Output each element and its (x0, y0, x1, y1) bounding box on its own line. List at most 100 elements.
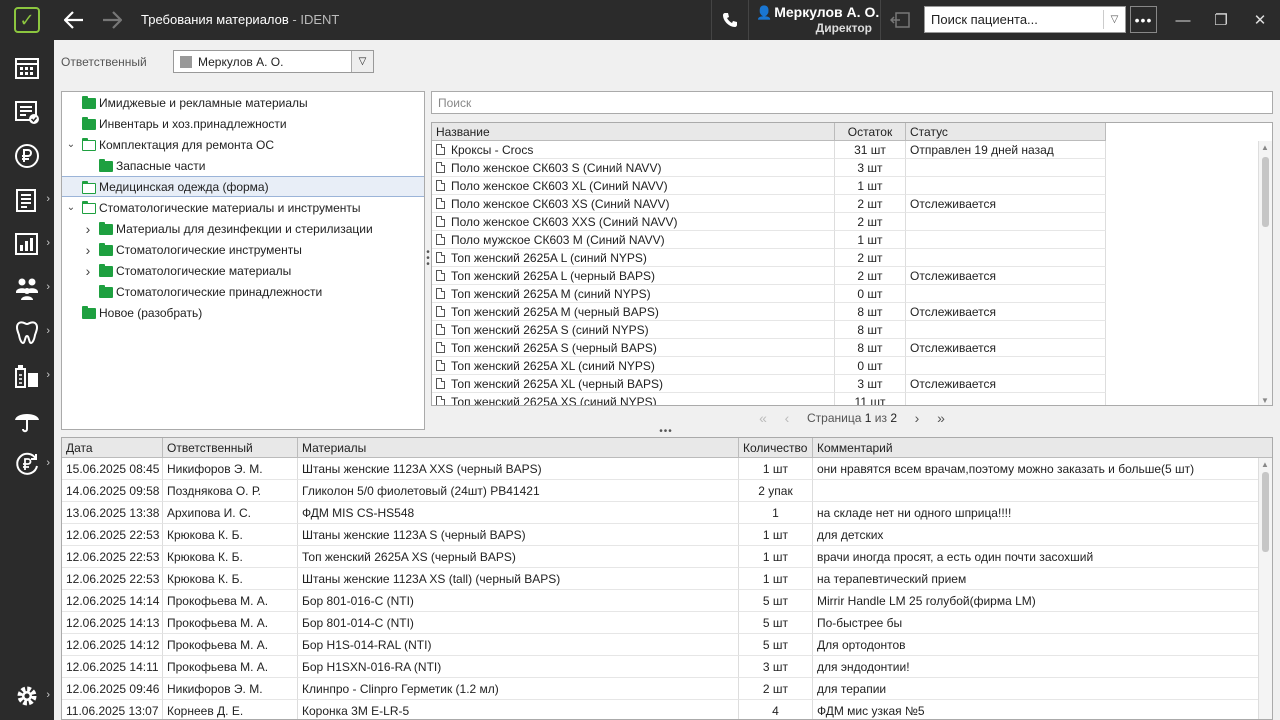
column-name[interactable]: Название (432, 123, 835, 141)
sidebar-item-documents[interactable]: › (0, 180, 54, 220)
scroll-thumb[interactable] (1262, 157, 1269, 227)
sidebar-item-materials[interactable]: › (0, 356, 54, 396)
requests-scrollbar[interactable]: ▲ (1258, 458, 1272, 719)
user-name[interactable]: 👤 Меркулов А. О. (756, 4, 879, 21)
tree-node[interactable]: Инвентарь и хоз.принадлежности (62, 113, 424, 134)
cell-material: Топ женский 2625A XS (черный BAPS) (298, 546, 739, 568)
sidebar-item-reports[interactable]: › (0, 224, 54, 264)
chevron-right-icon[interactable]: › (83, 242, 93, 258)
table-row[interactable]: 11.06.2025 13:07 Корнеев Д. Е. Коронка 3M … (62, 700, 1259, 719)
table-row[interactable]: Топ женский 2625A M (черный BAPS) 8 шт Отс… (432, 303, 1106, 321)
last-page-button[interactable]: » (929, 410, 953, 426)
phone-button[interactable] (712, 0, 748, 40)
table-row[interactable]: Поло женское СК603 XL (Синий NAVV) 1 шт (432, 177, 1106, 195)
next-page-button[interactable]: › (905, 410, 929, 426)
sidebar-item-tasks[interactable] (0, 92, 54, 132)
tree-node-label: Стоматологические принадлежности (116, 284, 323, 299)
tree-node[interactable]: › Стоматологические материалы (62, 260, 424, 281)
divider (880, 0, 881, 40)
cell-qty: 1 шт (739, 546, 813, 568)
table-row[interactable]: 12.06.2025 14:12 Прокофьева М. А. Бор H1S-… (62, 634, 1259, 656)
column-responsible[interactable]: Ответственный (163, 438, 298, 458)
folder-icon (99, 222, 113, 235)
cell-name: Топ женский 2625A S (синий NYPS) (432, 321, 835, 339)
table-row[interactable]: Поло женское СК603 XS (Синий NAVV) 2 шт От… (432, 195, 1106, 213)
tree-node[interactable]: › Стоматологические инструменты (62, 239, 424, 260)
chevron-right-icon[interactable]: › (83, 221, 93, 237)
chevron-down-icon[interactable]: ⌄ (66, 202, 76, 213)
tree-node[interactable]: › Материалы для дезинфекции и стерилизаци… (62, 218, 424, 239)
forward-button[interactable] (98, 6, 126, 34)
materials-scrollbar[interactable]: ▲ ▼ (1258, 141, 1272, 405)
table-row[interactable]: 12.06.2025 22:53 Крюкова К. Б. Топ женский… (62, 546, 1259, 568)
column-status[interactable]: Статус (906, 123, 1106, 141)
table-row[interactable]: Топ женский 2625A S (синий NYPS) 8 шт (432, 321, 1106, 339)
table-row[interactable]: Топ женский 2625A L (синий NYPS) 2 шт (432, 249, 1106, 267)
table-row[interactable]: Кроксы - Crocs 31 шт Отправлен 19 дней наз… (432, 141, 1106, 159)
table-row[interactable]: Поло женское СК603 S (Синий NAVV) 3 шт (432, 159, 1106, 177)
cell-resp: Прокофьева М. А. (163, 656, 298, 678)
table-row[interactable]: Топ женский 2625A XL (черный BAPS) 3 шт От… (432, 375, 1106, 393)
table-row[interactable]: 12.06.2025 09:46 Никифоров Э. М. Клинпро -… (62, 678, 1259, 700)
sidebar-item-finance[interactable] (0, 136, 54, 176)
document-icon (436, 360, 445, 371)
scroll-up-icon[interactable]: ▲ (1261, 460, 1269, 469)
prev-page-button[interactable]: ‹ (775, 410, 799, 426)
chevron-down-icon[interactable]: ▽ (1103, 10, 1125, 29)
chevron-down-icon[interactable]: ⌄ (66, 139, 76, 150)
chevron-down-icon[interactable]: ▽ (351, 51, 373, 72)
materials-search-input[interactable]: Поиск (431, 91, 1273, 114)
table-row[interactable]: Топ женский 2625A XS (синий NYPS) 11 шт (432, 393, 1106, 405)
table-row[interactable]: 12.06.2025 14:11 Прокофьева М. А. Бор H1SX… (62, 656, 1259, 678)
table-row[interactable]: 12.06.2025 22:53 Крюкова К. Б. Штаны женск… (62, 568, 1259, 590)
sidebar-item-staff[interactable]: › (0, 268, 54, 308)
tree-node[interactable]: ⌄ Стоматологические материалы и инструмен… (62, 197, 424, 218)
sidebar-item-dental[interactable]: › (0, 312, 54, 352)
back-button[interactable] (60, 6, 88, 34)
table-row[interactable]: 12.06.2025 14:13 Прокофьева М. А. Бор 801-… (62, 612, 1259, 634)
first-page-button[interactable]: « (751, 410, 775, 426)
column-comment[interactable]: Комментарий (813, 438, 1259, 458)
restore-button[interactable]: ❐ (1209, 8, 1233, 32)
table-row[interactable]: Поло мужское СК603 M (Синий NAVV) 1 шт (432, 231, 1106, 249)
sidebar-item-settings[interactable]: › (0, 676, 54, 716)
chevron-right-icon[interactable]: › (83, 263, 93, 279)
tree-node[interactable]: Запасные части (62, 155, 424, 176)
table-row[interactable]: Топ женский 2625A M (синий NYPS) 0 шт (432, 285, 1106, 303)
table-row[interactable]: Топ женский 2625A L (черный BAPS) 2 шт Отс… (432, 267, 1106, 285)
history-button[interactable] (886, 6, 914, 34)
column-date[interactable]: Дата (62, 438, 163, 458)
more-button[interactable]: ••• (1130, 6, 1157, 33)
responsible-select[interactable]: Меркулов А. О. ▽ (173, 50, 374, 73)
folder-open-icon (82, 181, 96, 194)
tree-node[interactable]: Имиджевые и рекламные материалы (62, 92, 424, 113)
table-row[interactable]: Топ женский 2625A XL (синий NYPS) 0 шт (432, 357, 1106, 375)
close-button[interactable]: ✕ (1248, 8, 1272, 32)
horizontal-splitter[interactable]: ••• (656, 427, 676, 437)
tree-node[interactable]: Новое (разобрать) (62, 302, 424, 323)
table-row[interactable]: 15.06.2025 08:45 Никифоров Э. М. Штаны жен… (62, 458, 1259, 480)
tree-node[interactable]: ⌄ Комплектация для ремонта ОС (62, 134, 424, 155)
table-row[interactable]: 14.06.2025 09:58 Позднякова О. Р. Гликолон… (62, 480, 1259, 502)
column-stock[interactable]: Остаток (835, 123, 906, 141)
folder-open-icon (82, 138, 96, 151)
column-quantity[interactable]: Количество (739, 438, 813, 458)
scroll-up-icon[interactable]: ▲ (1261, 143, 1269, 152)
tree-node[interactable]: Стоматологические принадлежности (62, 281, 424, 302)
minimize-button[interactable]: — (1171, 8, 1195, 32)
table-row[interactable]: Топ женский 2625A S (черный BAPS) 8 шт Отс… (432, 339, 1106, 357)
patient-search-input[interactable]: Поиск пациента... ▽ (924, 6, 1126, 33)
table-row[interactable]: 12.06.2025 22:53 Крюкова К. Б. Штаны женск… (62, 524, 1259, 546)
table-row[interactable]: Поло женское СК603 XXS (Синий NAVV) 2 шт (432, 213, 1106, 231)
table-row[interactable]: 13.06.2025 13:38 Архипова И. С. ФДМ MIS CS… (62, 502, 1259, 524)
tree-node-label: Стоматологические материалы (116, 263, 292, 278)
table-row[interactable]: 12.06.2025 14:14 Прокофьева М. А. Бор 801-… (62, 590, 1259, 612)
sidebar-item-insurance[interactable] (0, 400, 54, 440)
tree-node[interactable]: Медицинская одежда (форма) (62, 176, 424, 197)
sidebar-item-payments[interactable]: › (0, 444, 54, 484)
scroll-thumb[interactable] (1262, 472, 1269, 552)
app-logo[interactable]: ✓ (0, 0, 54, 40)
scroll-down-icon[interactable]: ▼ (1261, 396, 1269, 405)
column-materials[interactable]: Материалы (298, 438, 739, 458)
sidebar-item-schedule[interactable] (0, 48, 54, 88)
